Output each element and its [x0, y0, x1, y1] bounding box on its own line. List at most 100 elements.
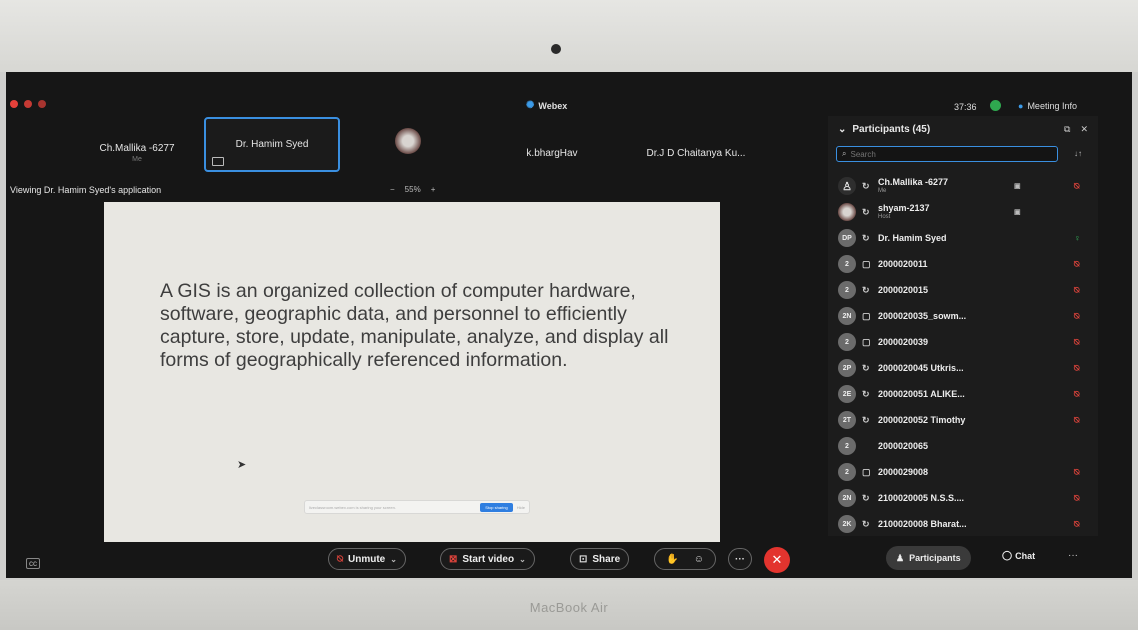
- participant-name: 2000020052 Timothy: [878, 415, 966, 425]
- camera-off-icon: ▣: [1014, 183, 1021, 190]
- participant-name: Ch.Mallika -6277: [878, 177, 949, 187]
- video-tile-participant[interactable]: Dr.J D Chaitanya Ku...: [632, 132, 760, 174]
- participant-row[interactable]: 2 2000020065: [828, 433, 1098, 459]
- close-icon[interactable]: ✕: [1080, 124, 1088, 135]
- chevron-down-icon[interactable]: ⌄: [390, 555, 397, 564]
- avatar: [838, 203, 856, 221]
- minimize-window-button[interactable]: [24, 100, 32, 108]
- tile-name: Dr.J D Chaitanya Ku...: [646, 147, 746, 159]
- close-window-button[interactable]: [10, 100, 18, 108]
- participant-name: 2000020035_sowm...: [878, 311, 967, 321]
- participant-name: 2000020065: [878, 441, 929, 451]
- unmute-label: Unmute: [348, 553, 386, 565]
- participant-row[interactable]: 2 ▢ 2000020039 ⍉: [828, 329, 1098, 355]
- hide-notice-link[interactable]: Hide: [517, 505, 525, 510]
- webcam-lens: [551, 44, 561, 54]
- sharing-notice-text: liveclassroom.webex.com is sharing your …: [309, 504, 396, 510]
- sort-icon[interactable]: ↓↑: [1074, 149, 1082, 158]
- mic-muted-icon[interactable]: ⍉: [1074, 285, 1079, 296]
- search-icon: ⌕: [842, 149, 847, 158]
- search-input[interactable]: [850, 149, 1031, 159]
- zoom-out-button[interactable]: −: [390, 185, 395, 194]
- end-call-button[interactable]: ✕: [764, 547, 790, 573]
- start-video-button[interactable]: ⊠ Start video ⌄: [440, 548, 535, 570]
- mic-muted-icon[interactable]: ⍉: [1074, 181, 1079, 192]
- video-tile-self[interactable]: Ch.Mallika -6277 Me: [82, 132, 192, 174]
- avatar: 2E: [838, 385, 856, 403]
- participant-role: Host: [878, 214, 891, 220]
- reactions-group: ✋ ☺: [654, 548, 716, 570]
- connection-icon: ↻: [862, 284, 870, 295]
- chat-label: Chat: [1015, 550, 1036, 561]
- more-options-button[interactable]: ···: [728, 548, 752, 570]
- raise-hand-icon[interactable]: ✋: [666, 554, 678, 565]
- connection-icon: ↻: [862, 206, 870, 217]
- mic-muted-icon[interactable]: ⍉: [1074, 415, 1079, 426]
- device-brand: MacBook Air: [529, 600, 609, 615]
- zoom-in-button[interactable]: +: [431, 185, 436, 194]
- meeting-info-button[interactable]: ● Meeting Info: [1018, 101, 1077, 111]
- participant-row[interactable]: 2N ▢ 2000020035_sowm... ⍉: [828, 303, 1098, 329]
- avatar: 2: [838, 255, 856, 273]
- participant-row[interactable]: 2T ↻ 2000020052 Timothy ⍉: [828, 407, 1098, 433]
- connection-icon: ↻: [862, 414, 870, 425]
- participant-row[interactable]: ♙ ↻ Ch.Mallika -6277 Me ▣ ⍉: [828, 173, 1098, 199]
- video-tile-participant[interactable]: k.bhargHav: [512, 132, 592, 174]
- mic-muted-icon[interactable]: ⍉: [1074, 467, 1079, 478]
- reactions-icon[interactable]: ☺: [694, 554, 704, 565]
- people-icon: ♟: [896, 552, 905, 563]
- participant-list: ♙ ↻ Ch.Mallika -6277 Me ▣ ⍉ ↻ shyam-2137…: [828, 173, 1098, 537]
- more-icon: ···: [735, 553, 745, 565]
- participant-row[interactable]: 2 ↻ 2000020015 ⍉: [828, 277, 1098, 303]
- window-controls: [10, 100, 46, 108]
- connection-icon: ↻: [862, 362, 870, 373]
- participant-row[interactable]: ↻ shyam-2137 Host ▣: [828, 199, 1098, 225]
- chat-bubble-icon: ◯: [1002, 550, 1013, 560]
- participants-button[interactable]: ♟ Participants: [886, 546, 971, 570]
- unmute-button[interactable]: ⍉ Unmute ⌄: [328, 548, 406, 570]
- stop-sharing-button[interactable]: Stop sharing: [480, 502, 513, 512]
- avatar: 2P: [838, 359, 856, 377]
- mic-muted-icon[interactable]: ⍉: [1074, 519, 1079, 530]
- participant-row[interactable]: 2N ↻ 2100020005 N.S.S.... ⍉: [828, 485, 1098, 511]
- avatar: 2: [838, 281, 856, 299]
- share-button[interactable]: ⊡ Share: [570, 548, 630, 570]
- mouse-cursor-icon: ➤: [237, 459, 247, 471]
- video-tile-active-speaker[interactable]: Dr. Hamim Syed: [204, 117, 340, 172]
- panel-more-icon[interactable]: ···: [1068, 550, 1078, 561]
- chat-button[interactable]: ◯ Chat: [1002, 550, 1035, 561]
- connection-icon: ↻: [862, 492, 870, 503]
- participant-row[interactable]: 2 ▢ 2000029008 ⍉: [828, 459, 1098, 485]
- participant-name: 2100020008 Bharat...: [878, 519, 967, 529]
- participant-row[interactable]: 2P ↻ 2000020045 Utkris... ⍉: [828, 355, 1098, 381]
- participant-row[interactable]: 2E ↻ 2000020051 ALIKE... ⍉: [828, 381, 1098, 407]
- participant-search[interactable]: ⌕: [836, 146, 1058, 162]
- participant-row[interactable]: 2 ▢ 2000020011 ⍉: [828, 251, 1098, 277]
- close-icon: ✕: [771, 552, 783, 567]
- participants-title: Participants (45): [852, 124, 931, 135]
- app-title-text: Webex: [538, 100, 568, 111]
- zoom-window-button[interactable]: [38, 100, 46, 108]
- host-avatar[interactable]: [395, 128, 421, 154]
- captions-icon[interactable]: cc: [26, 558, 40, 569]
- mic-muted-icon[interactable]: ⍉: [1074, 259, 1079, 270]
- mic-muted-icon[interactable]: ⍉: [1074, 311, 1079, 322]
- mic-on-icon[interactable]: ♀: [1074, 233, 1081, 243]
- chevron-down-icon[interactable]: ⌄: [519, 555, 526, 564]
- participant-row[interactable]: 2K ↻ 2100020008 Bharat... ⍉: [828, 511, 1098, 537]
- participant-row[interactable]: DP ↻ Dr. Hamim Syed ♀: [828, 225, 1098, 251]
- participant-name: Dr. Hamim Syed: [878, 233, 947, 243]
- zoom-level: 55%: [404, 185, 421, 194]
- camera-off-icon: ▣: [1014, 209, 1021, 216]
- zoom-controls: − 55% +: [390, 185, 435, 194]
- participant-name: 2000020015: [878, 285, 929, 295]
- popout-icon[interactable]: ⧉: [1064, 124, 1070, 135]
- laptop-bezel-top: [0, 0, 1138, 72]
- mic-muted-icon[interactable]: ⍉: [1074, 363, 1079, 374]
- screen-share-icon: [212, 157, 224, 166]
- collapse-chevron-icon[interactable]: ⌄: [838, 124, 846, 135]
- mic-muted-icon[interactable]: ⍉: [1074, 493, 1079, 504]
- mic-muted-icon[interactable]: ⍉: [1074, 337, 1079, 348]
- avatar: 2T: [838, 411, 856, 429]
- mic-muted-icon[interactable]: ⍉: [1074, 389, 1079, 400]
